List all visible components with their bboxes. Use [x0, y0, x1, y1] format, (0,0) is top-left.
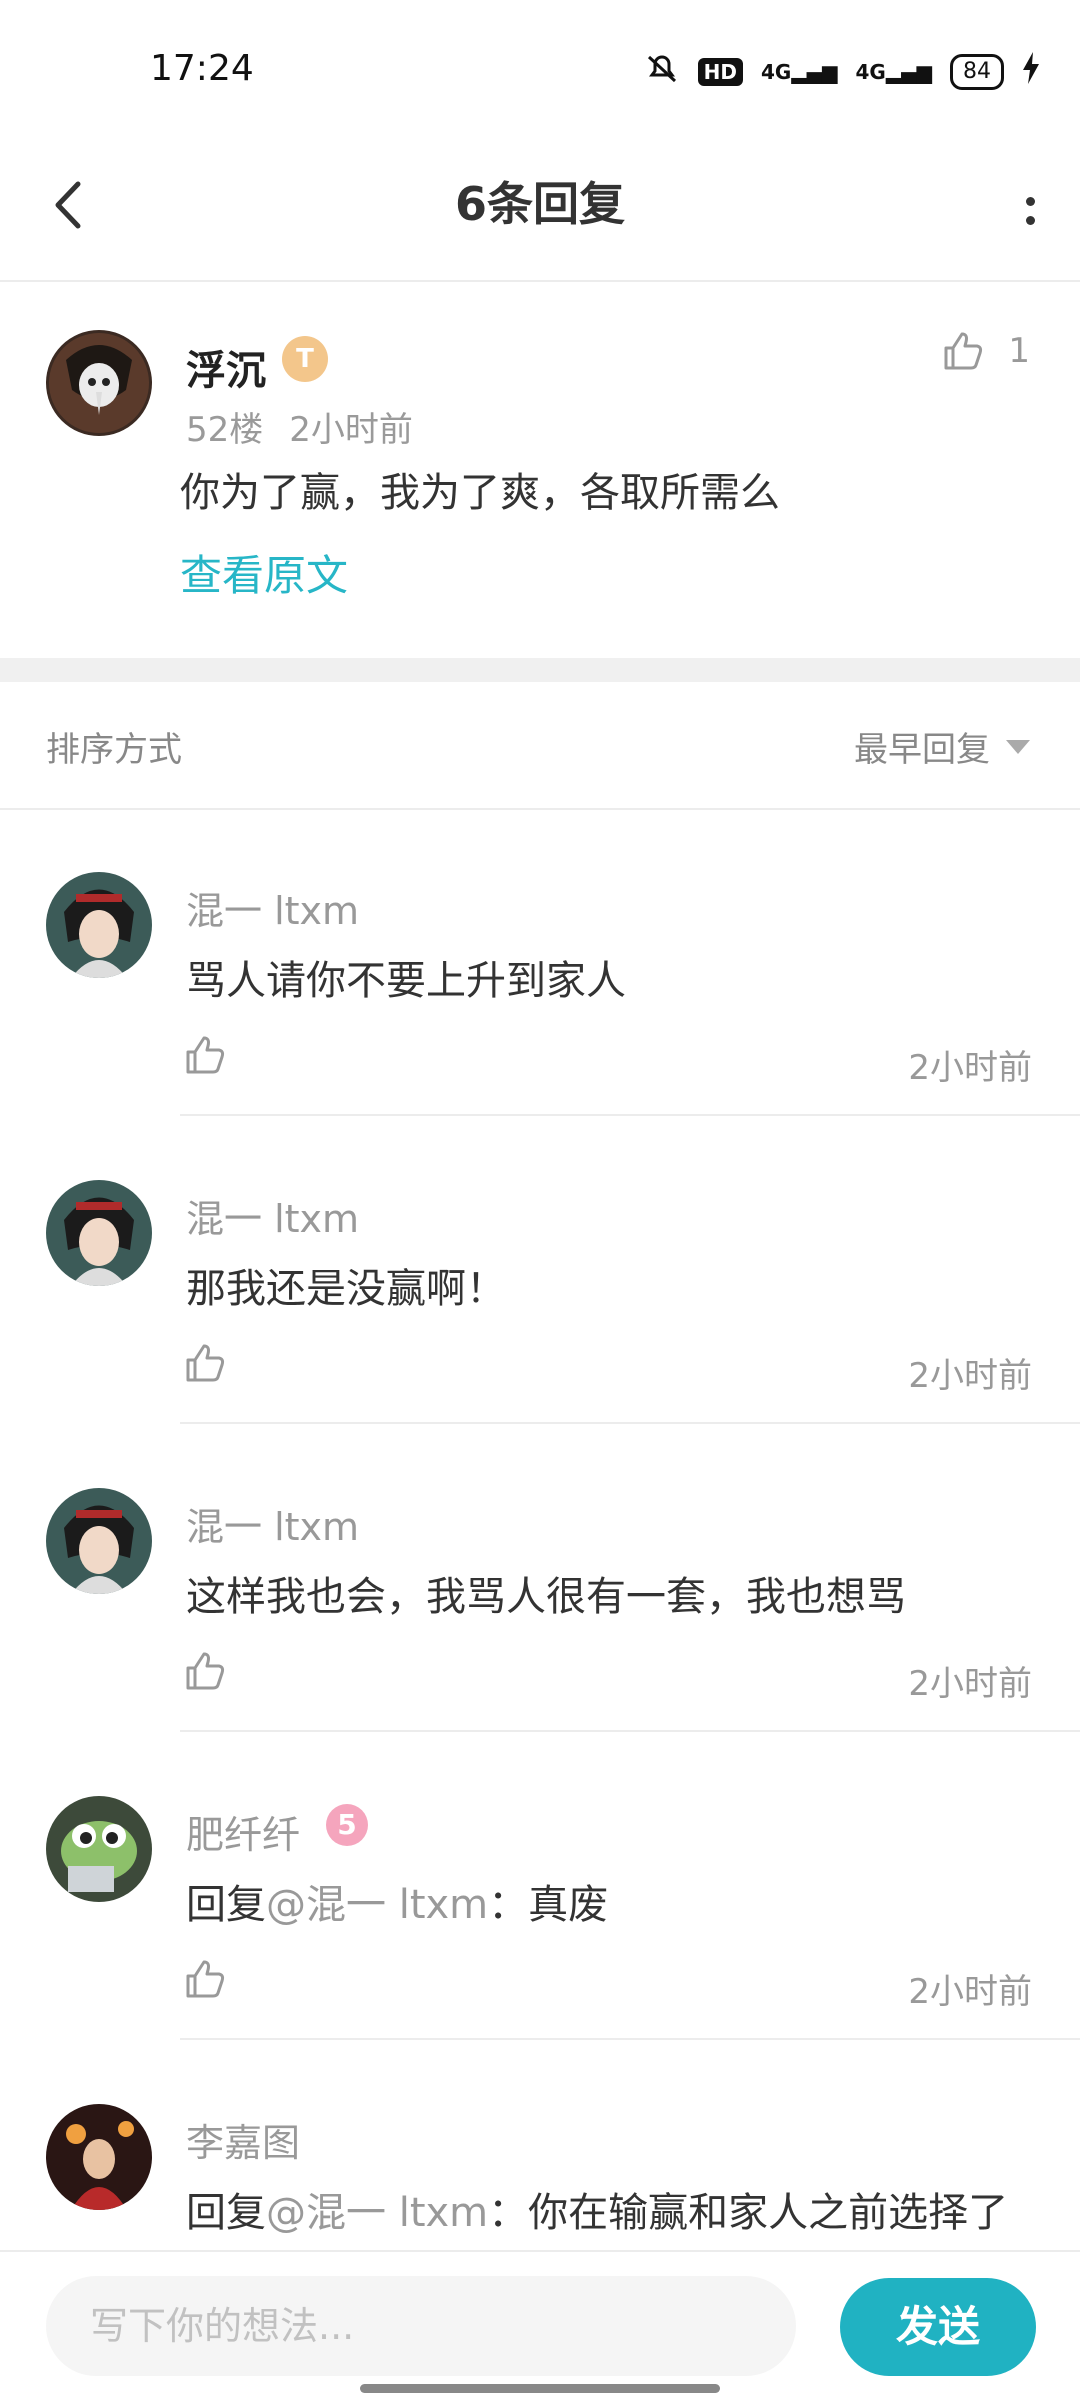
comment-input[interactable]: 写下你的想法...	[46, 2276, 796, 2376]
reply-body: ：你在输赢和家人之前选择了	[488, 2190, 1009, 2236]
level-badge: 5	[326, 1804, 368, 1846]
like-button[interactable]: 1	[942, 330, 1030, 372]
more-vertical-icon	[1025, 197, 1035, 206]
reply-prefix: 回复	[186, 1882, 266, 1928]
composer-bar: 写下你的想法... 发送	[0, 2250, 1080, 2402]
floor-number: 52楼	[186, 410, 264, 450]
avatar[interactable]	[46, 1180, 152, 1286]
avatar[interactable]	[46, 2104, 152, 2210]
like-button[interactable]	[184, 1034, 226, 1080]
thumbs-up-icon	[944, 332, 983, 370]
status-icons: HD 4G▂▄▆ 4G▂▄▆ 84	[644, 52, 1040, 91]
divider	[0, 658, 1080, 682]
avatar[interactable]	[46, 330, 152, 436]
reply-text: 骂人请你不要上升到家人	[186, 958, 626, 1004]
reply-time: 2小时前	[908, 1664, 1032, 1704]
post-meta: 52楼 2小时前	[186, 402, 413, 451]
post-text: 你为了赢，我为了爽，各取所需么	[180, 470, 780, 516]
mention-link[interactable]: @混一 ltxm	[266, 2190, 488, 2236]
like-button[interactable]	[184, 1650, 226, 1696]
header: 6条回复	[0, 140, 1080, 282]
mute-icon	[644, 53, 680, 90]
signal-icon: 4G▂▄▆	[761, 59, 838, 84]
avatar[interactable]	[46, 872, 152, 978]
sort-row: 排序方式 最早回复	[0, 682, 1080, 810]
thumbs-up-icon	[186, 1344, 225, 1382]
reply-text: 回复@混一 ltxm：真废	[186, 1872, 608, 1930]
level-badge: T	[282, 336, 328, 382]
author-name[interactable]: 浮沉	[186, 338, 266, 396]
sort-dropdown[interactable]: 最早回复	[854, 722, 1030, 771]
post-time: 2小时前	[289, 410, 413, 450]
status-time: 17:24	[150, 48, 254, 89]
reply-text: 回复@混一 ltxm：你在输赢和家人之前选择了	[186, 2180, 1008, 2238]
sort-label: 排序方式	[46, 730, 182, 770]
reply-time: 2小时前	[908, 1356, 1032, 1396]
view-original-link[interactable]: 查看原文	[180, 542, 348, 603]
reply-text: 那我还是没赢啊！	[186, 1266, 506, 1312]
reply-item: 混一 ltxm 这样我也会，我骂人很有一套，我也想骂 2小时前	[0, 1424, 1080, 1732]
thumbs-up-icon	[186, 1652, 225, 1690]
reply-item: 混一 ltxm 那我还是没赢啊！ 2小时前	[0, 1116, 1080, 1424]
reply-text: 这样我也会，我骂人很有一套，我也想骂	[186, 1574, 906, 1620]
reply-time: 2小时前	[908, 1048, 1032, 1088]
thumbs-up-icon	[186, 1960, 225, 1998]
reply-author[interactable]: 混一 ltxm	[186, 1188, 359, 1243]
reply-item: 李嘉图 回复@混一 ltxm：你在输赢和家人之前选择了	[0, 2040, 1080, 2250]
signal-icon-2: 4G▂▄▆	[855, 59, 933, 84]
reply-author[interactable]: 肥纤纤	[186, 1804, 300, 1859]
reply-author[interactable]: 混一 ltxm	[186, 1496, 359, 1551]
battery-icon: 84	[950, 53, 1004, 90]
more-button[interactable]	[1010, 176, 1050, 246]
charging-icon	[1022, 52, 1040, 91]
avatar[interactable]	[46, 1796, 152, 1902]
like-button[interactable]	[184, 1958, 226, 2004]
reply-time: 2小时前	[908, 1972, 1032, 2012]
hd-icon: HD	[697, 57, 743, 86]
reply-author[interactable]: 李嘉图	[186, 2112, 300, 2167]
reply-item: 混一 ltxm 骂人请你不要上升到家人 2小时前	[0, 808, 1080, 1116]
avatar[interactable]	[46, 1488, 152, 1594]
caret-down-icon	[1006, 739, 1030, 754]
sort-value: 最早回复	[854, 730, 990, 770]
thumbs-up-icon	[186, 1036, 225, 1074]
reply-item: 肥纤纤 5 回复@混一 ltxm：真废 2小时前	[0, 1732, 1080, 2040]
reply-prefix: 回复	[186, 2190, 266, 2236]
like-button[interactable]	[184, 1342, 226, 1388]
reply-body: ：真废	[488, 1882, 609, 1928]
send-button[interactable]: 发送	[840, 2278, 1036, 2376]
mention-link[interactable]: @混一 ltxm	[266, 1882, 488, 1928]
home-indicator[interactable]	[360, 2384, 720, 2393]
reply-author[interactable]: 混一 ltxm	[186, 880, 359, 935]
page-title: 6条回复	[454, 177, 625, 231]
like-count: 1	[1008, 331, 1030, 371]
